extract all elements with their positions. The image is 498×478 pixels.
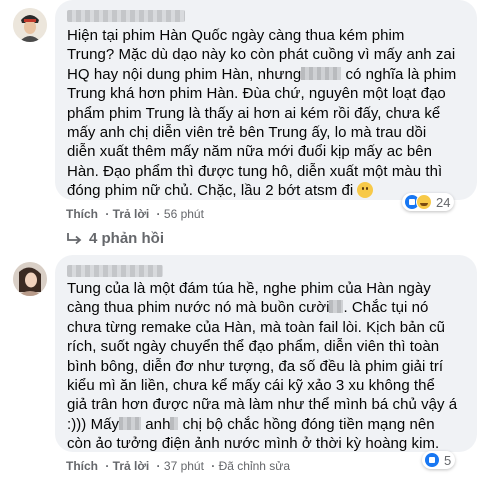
- reaction-count: 5: [444, 452, 452, 468]
- like-button[interactable]: Thích: [66, 459, 98, 473]
- comment-bubble: Tung của là một đám túa hề, nghe phim củ…: [55, 255, 477, 452]
- redacted-emoji: [329, 300, 344, 314]
- like-button[interactable]: Thích: [66, 207, 98, 221]
- comment-text: Hiện tại phim Hàn Quốc ngày càng thua ké…: [67, 27, 457, 200]
- timestamp[interactable]: 56 phút: [164, 207, 204, 221]
- comment-actions: Thích · Trả lời · 56 phút: [66, 207, 204, 221]
- like-icon: [424, 452, 440, 468]
- edited-label: Đã chỉnh sửa: [218, 459, 291, 473]
- reply-arrow-icon: [67, 232, 82, 244]
- smile-emoji-icon: [357, 182, 374, 199]
- avatar[interactable]: [13, 8, 47, 42]
- redacted-word: [301, 66, 342, 80]
- comment-actions: Thích · Trả lời · 37 phút · Đã chỉnh sửa: [66, 459, 291, 473]
- author-name-redacted[interactable]: [67, 10, 185, 22]
- view-replies-link[interactable]: 4 phản hồi: [66, 230, 164, 247]
- reply-button[interactable]: Trả lời: [113, 207, 150, 221]
- author-name-redacted[interactable]: [67, 265, 163, 277]
- haha-icon: [416, 194, 432, 210]
- user-avatar-icon: [13, 262, 47, 296]
- reaction-summary[interactable]: 5: [422, 451, 456, 469]
- comment-bubble: Hiện tại phim Hàn Quốc ngày càng thua ké…: [55, 0, 477, 200]
- reaction-count: 24: [436, 194, 451, 210]
- user-avatar-icon: [13, 8, 47, 42]
- redacted-word: [119, 416, 142, 430]
- avatar[interactable]: [13, 262, 47, 296]
- reply-button[interactable]: Trả lời: [113, 459, 150, 473]
- reaction-summary[interactable]: 24: [402, 193, 455, 211]
- comment-text: Tung của là một đám túa hề, nghe phim củ…: [67, 280, 458, 453]
- timestamp[interactable]: 37 phút: [164, 459, 204, 473]
